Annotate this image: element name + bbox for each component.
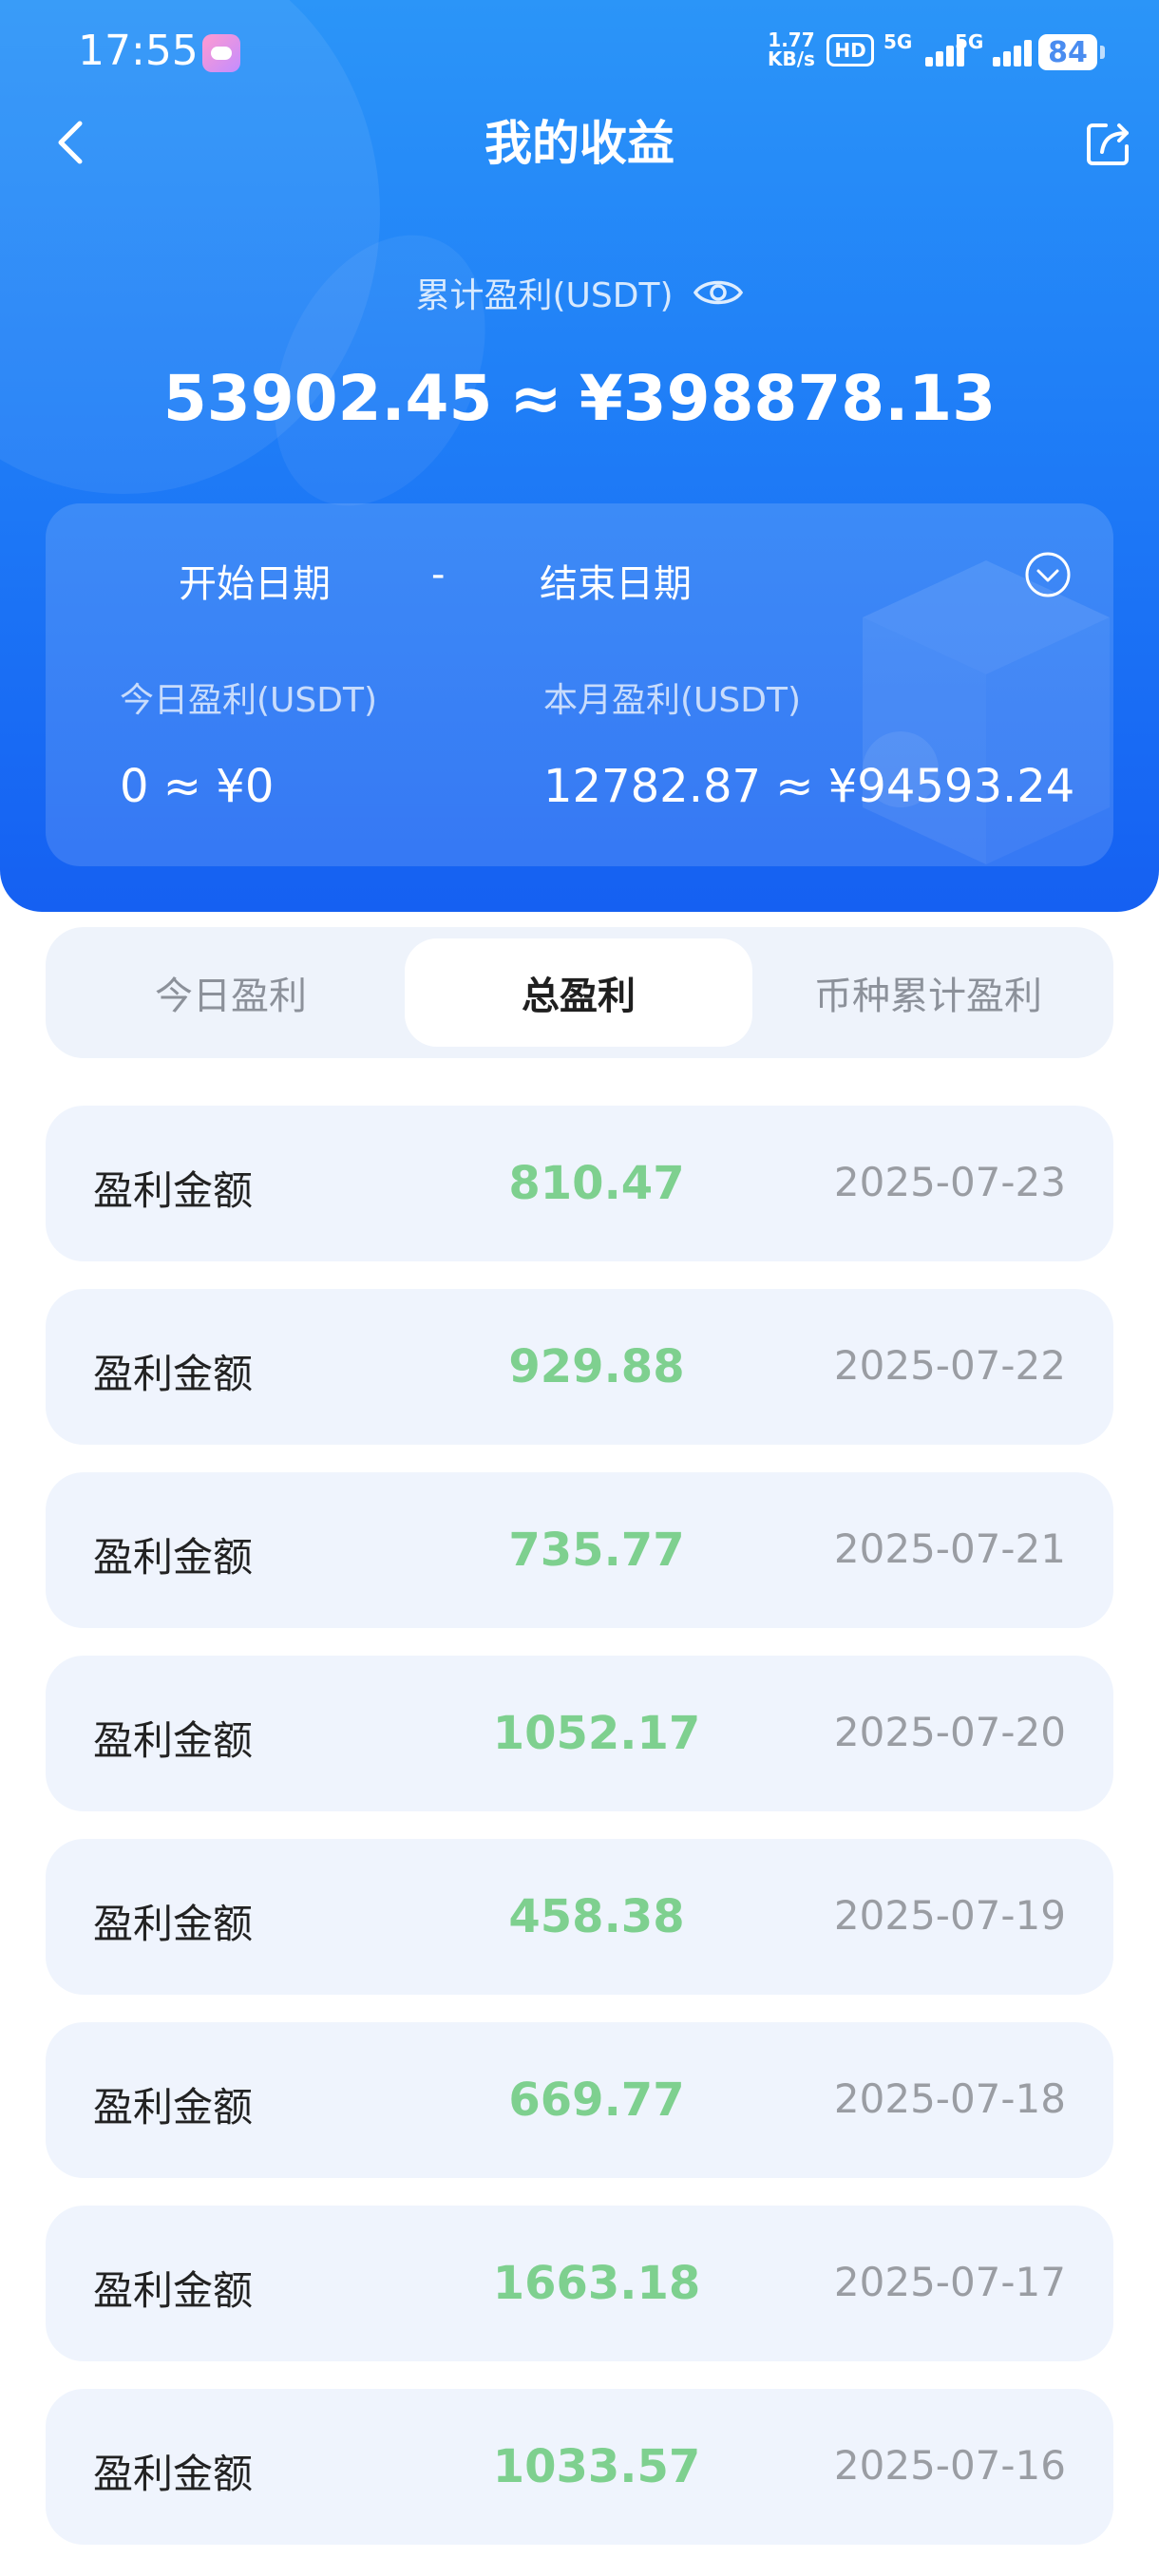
record-label: 盈利金额 xyxy=(93,2267,254,2314)
record-amount: 929.88 xyxy=(508,1340,685,1393)
record-label: 盈利金额 xyxy=(93,2451,254,2497)
total-profit-cny: ¥398878.13 xyxy=(579,362,997,435)
record-amount: 1663.18 xyxy=(492,2257,701,2310)
record-date: 2025-07-18 xyxy=(833,2075,1066,2122)
signal-icon: 5G xyxy=(955,30,1036,72)
network-speed-value: 1.77 xyxy=(768,28,815,51)
signal-icon: 5G xyxy=(884,30,965,72)
game-app-icon xyxy=(202,34,240,72)
record-label: 盈利金额 xyxy=(93,1167,254,1214)
profit-tabs: 今日盈利 总盈利 币种累计盈利 xyxy=(46,927,1113,1058)
list-item[interactable]: 盈利金额 1033.57 2025-07-16 xyxy=(46,2389,1113,2545)
record-date: 2025-07-17 xyxy=(833,2259,1066,2305)
header-hero: 17:55 1.77 KB/s HD 5G 5G 84 我的收益 累计盈利(US… xyxy=(0,0,1159,912)
list-item[interactable]: 盈利金额 1052.17 2025-07-20 xyxy=(46,1656,1113,1811)
start-date-picker[interactable]: 开始日期 xyxy=(179,553,331,608)
total-profit-label: 累计盈利(USDT) xyxy=(415,276,674,315)
month-profit-label: 本月盈利(USDT) xyxy=(543,681,802,720)
record-date: 2025-07-16 xyxy=(833,2442,1066,2489)
record-date: 2025-07-20 xyxy=(833,1709,1066,1755)
eye-icon[interactable] xyxy=(693,275,744,310)
record-amount: 1052.17 xyxy=(492,1707,701,1760)
record-label: 盈利金额 xyxy=(93,1534,254,1581)
record-label: 盈利金额 xyxy=(93,1717,254,1764)
battery-level: 84 xyxy=(1048,35,1088,69)
approx-sign: ≈ xyxy=(509,362,562,435)
page-title: 我的收益 xyxy=(484,116,674,171)
list-item[interactable]: 盈利金额 458.38 2025-07-19 xyxy=(46,1839,1113,1995)
network-type: 5G xyxy=(955,30,984,53)
back-icon[interactable] xyxy=(46,116,99,169)
network-speed: 1.77 KB/s xyxy=(768,30,815,68)
network-type: 5G xyxy=(884,30,913,53)
status-time: 17:55 xyxy=(78,27,199,75)
chevron-down-icon[interactable] xyxy=(1024,551,1072,598)
end-date-picker[interactable]: 结束日期 xyxy=(540,553,692,608)
share-icon[interactable] xyxy=(1083,118,1134,169)
tab-total-profit[interactable]: 总盈利 xyxy=(405,938,752,1047)
record-amount: 669.77 xyxy=(508,2074,685,2127)
earnings-page: 17:55 1.77 KB/s HD 5G 5G 84 我的收益 累计盈利(US… xyxy=(0,0,1159,2576)
record-date: 2025-07-21 xyxy=(833,1525,1066,1572)
network-speed-unit: KB/s xyxy=(768,47,815,70)
record-date: 2025-07-23 xyxy=(833,1159,1066,1205)
record-amount: 1033.57 xyxy=(492,2440,701,2493)
record-amount: 810.47 xyxy=(508,1157,685,1210)
record-date: 2025-07-19 xyxy=(833,1892,1066,1939)
record-amount: 458.38 xyxy=(508,1890,685,1943)
record-date: 2025-07-22 xyxy=(833,1342,1066,1389)
record-label: 盈利金额 xyxy=(93,1351,254,1397)
list-item[interactable]: 盈利金额 735.77 2025-07-21 xyxy=(46,1472,1113,1628)
record-label: 盈利金额 xyxy=(93,1901,254,1947)
record-amount: 735.77 xyxy=(508,1524,685,1577)
status-bar: 17:55 1.77 KB/s HD 5G 5G 84 xyxy=(0,0,1159,104)
list-item[interactable]: 盈利金额 669.77 2025-07-18 xyxy=(46,2022,1113,2178)
today-profit-label: 今日盈利(USDT) xyxy=(120,681,378,720)
month-profit-value: 12782.87 ≈ ¥94593.24 xyxy=(543,760,1075,813)
date-separator: - xyxy=(431,553,446,597)
list-item[interactable]: 盈利金额 1663.18 2025-07-17 xyxy=(46,2206,1113,2361)
tab-coin-cumulative-profit[interactable]: 币种累计盈利 xyxy=(754,938,1102,1047)
total-profit-value: 53902.45 ≈ ¥398878.13 xyxy=(0,361,1159,437)
list-item[interactable]: 盈利金额 929.88 2025-07-22 xyxy=(46,1289,1113,1445)
stats-card: 开始日期 - 结束日期 今日盈利(USDT) 0 ≈ ¥0 本月盈利(USDT)… xyxy=(46,503,1113,866)
hd-label: HD xyxy=(834,39,866,62)
total-profit-label-row: 累计盈利(USDT) xyxy=(0,268,1159,317)
record-label: 盈利金额 xyxy=(93,2084,254,2131)
hd-icon: HD xyxy=(826,34,874,66)
battery-icon: 84 xyxy=(1038,34,1105,70)
list-item[interactable]: 盈利金额 810.47 2025-07-23 xyxy=(46,1106,1113,1261)
tab-today-profit[interactable]: 今日盈利 xyxy=(57,938,405,1047)
today-profit-value: 0 ≈ ¥0 xyxy=(120,760,275,813)
total-profit-usdt: 53902.45 xyxy=(162,362,493,435)
